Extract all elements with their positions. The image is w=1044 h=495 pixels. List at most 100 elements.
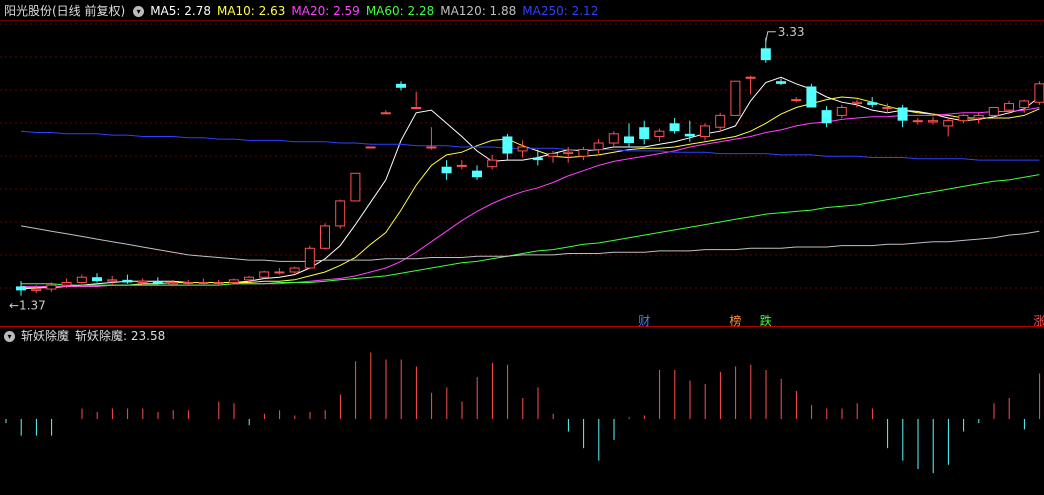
candle-body xyxy=(912,120,923,123)
candle-body xyxy=(791,99,802,102)
collapse-icon[interactable]: ▾ xyxy=(4,331,15,342)
candlestick-series xyxy=(16,37,1044,296)
candle-body xyxy=(335,200,346,227)
candle-body xyxy=(183,281,194,284)
candle-body xyxy=(456,164,467,167)
candle xyxy=(426,127,437,150)
candle xyxy=(639,120,650,145)
candle xyxy=(608,131,619,147)
candle-body xyxy=(624,136,634,144)
candle-body xyxy=(411,107,422,110)
collapse-icon[interactable]: ▾ xyxy=(133,6,145,17)
stock-title[interactable]: 阳光股份(日线 前复权) xyxy=(4,4,125,18)
candle xyxy=(365,146,376,149)
candle-body xyxy=(639,127,650,140)
candle-body xyxy=(365,146,376,149)
candle xyxy=(456,160,467,170)
candle xyxy=(320,223,330,250)
ma10-label: MA10: 2.63 xyxy=(216,4,286,18)
candle-body xyxy=(730,80,741,116)
candle-body xyxy=(669,123,680,132)
candle-body xyxy=(122,279,133,283)
candle-body xyxy=(152,281,163,284)
candle-body xyxy=(715,114,726,128)
ma5-label: MA5: 2.78 xyxy=(150,4,211,18)
candle xyxy=(396,81,406,91)
event-marker: 跌 xyxy=(760,313,772,328)
ma-line-ma5 xyxy=(20,76,1040,290)
candle-body xyxy=(31,288,42,291)
candle-body xyxy=(821,110,832,124)
candle-body xyxy=(943,120,954,127)
ma120-label: MA120: 1.88 xyxy=(440,4,517,18)
candle-body xyxy=(107,279,118,282)
candle xyxy=(836,104,847,119)
stock-chart[interactable]: 财 榜 跌 涨 3.33 ←1.37 xyxy=(0,0,1044,495)
candle xyxy=(472,165,482,180)
ma60-label: MA60: 2.28 xyxy=(365,4,435,18)
candle-body xyxy=(304,247,315,269)
candle xyxy=(791,96,802,103)
candle xyxy=(259,270,270,279)
candle xyxy=(578,146,589,161)
candle xyxy=(730,80,741,116)
candle xyxy=(289,266,300,274)
candle-body xyxy=(472,170,482,178)
candle xyxy=(350,172,361,202)
candle-body xyxy=(654,130,665,137)
candle xyxy=(700,123,710,141)
candle xyxy=(228,278,239,284)
candle-body xyxy=(61,281,72,286)
ma250-label: MA250: 2.12 xyxy=(522,4,599,18)
candle-body xyxy=(137,280,148,283)
candle-body xyxy=(487,159,498,168)
candle-body xyxy=(608,133,619,144)
candle-body xyxy=(852,101,862,105)
candle xyxy=(183,279,194,286)
candle-body xyxy=(806,86,817,108)
candle xyxy=(867,96,878,108)
moving-average-lines xyxy=(20,76,1040,290)
price-labels: 3.33 ←1.37 xyxy=(9,25,805,313)
ma-line-ma60 xyxy=(21,174,1040,286)
candle xyxy=(152,277,163,284)
candle-body xyxy=(867,102,878,105)
candle-body xyxy=(320,225,330,249)
indicator-title[interactable]: 斩妖除魔 xyxy=(21,329,69,343)
ma-line-ma20 xyxy=(21,107,1040,287)
ma-line-ma10 xyxy=(21,96,1040,289)
candle-body xyxy=(289,267,300,273)
candle xyxy=(335,199,346,229)
price-grid xyxy=(0,20,1044,327)
candle-body xyxy=(700,125,710,137)
candle-body xyxy=(548,153,558,157)
candle xyxy=(92,273,102,283)
low-label: ←1.37 xyxy=(9,299,46,313)
candle xyxy=(715,112,726,132)
candle-body xyxy=(380,112,391,115)
event-marker: 涨 xyxy=(1033,313,1044,328)
high-pointer xyxy=(765,31,776,42)
candle-body xyxy=(168,281,178,285)
candle-body xyxy=(274,271,285,274)
candle-body xyxy=(441,166,452,174)
indicator-panel-header: ▾ 斩妖除魔 斩妖除魔: 23.58 xyxy=(4,328,171,344)
candle xyxy=(411,91,422,110)
candle xyxy=(198,278,209,286)
candle-body xyxy=(1004,103,1014,111)
candle-body xyxy=(244,276,254,281)
candle xyxy=(122,274,133,284)
candle xyxy=(943,118,954,137)
event-markers: 财榜跌涨 xyxy=(638,313,1044,328)
candle-body xyxy=(760,48,771,61)
event-marker: 财 xyxy=(638,314,650,328)
candle xyxy=(107,275,118,286)
candle xyxy=(745,75,756,95)
candle-body xyxy=(213,281,224,284)
candle xyxy=(624,123,634,147)
candle-body xyxy=(882,107,893,110)
candle xyxy=(988,107,999,119)
candle-body xyxy=(988,107,999,116)
candle-body xyxy=(16,286,26,291)
candle xyxy=(1034,81,1044,105)
